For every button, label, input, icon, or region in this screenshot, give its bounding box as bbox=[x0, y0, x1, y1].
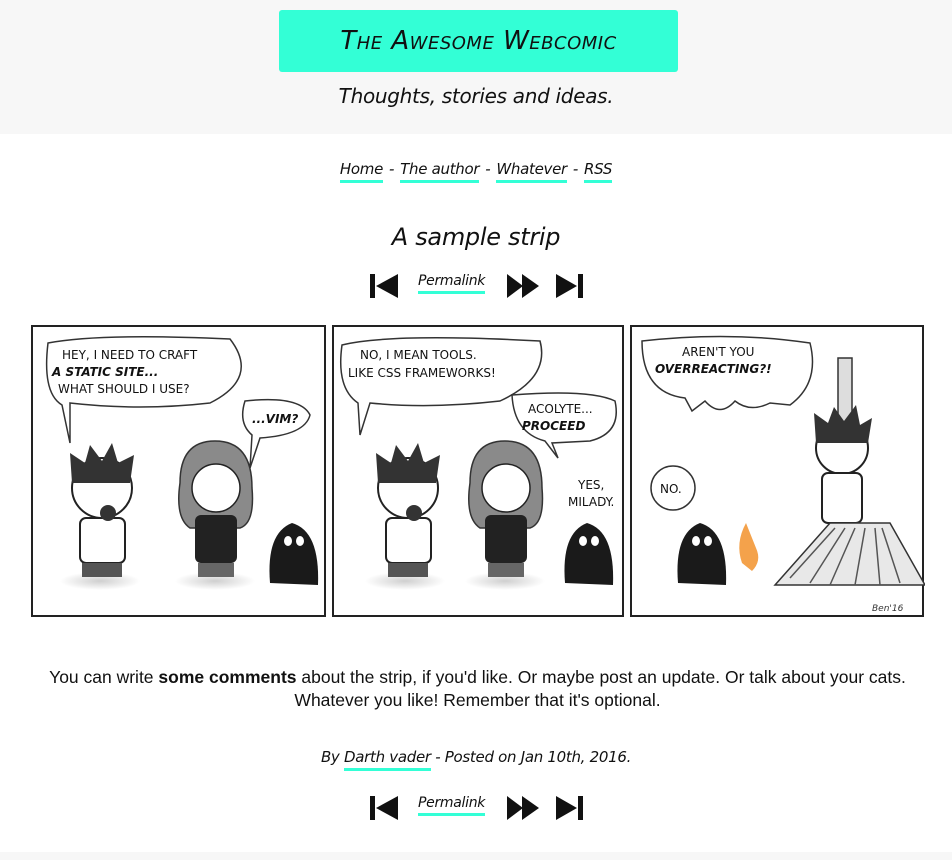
main-nav: Home - The author - Whatever - RSS bbox=[0, 160, 952, 183]
nav-separator: - bbox=[572, 160, 579, 178]
comic-panel-3: AREN'T YOU OVERREACTING?! NO. Ben'16 bbox=[630, 325, 925, 617]
site-tagline: Thoughts, stories and ideas. bbox=[338, 84, 614, 108]
site-header: The Awesome Webcomic Thoughts, stories a… bbox=[0, 0, 952, 134]
comment-text-before: You can write bbox=[49, 667, 159, 687]
panel3-signature: Ben'16 bbox=[872, 604, 904, 614]
panel2-bubble1-line1: NO, I MEAN TOOLS. bbox=[360, 348, 477, 362]
strip-pager-top: Permalink bbox=[0, 270, 952, 300]
comment-text-bold: some comments bbox=[158, 667, 297, 687]
author-link[interactable]: Darth vader bbox=[343, 748, 431, 771]
next-page-icon[interactable] bbox=[506, 273, 540, 303]
nav-separator: - bbox=[485, 160, 491, 178]
next-page-icon[interactable] bbox=[506, 795, 540, 825]
byline-posted-date: - Posted on Jan 10th, 2016. bbox=[435, 748, 632, 766]
nav-rss-link[interactable]: RSS bbox=[584, 160, 612, 183]
panel1-bubble1-line1: HEY, I NEED TO CRAFT bbox=[62, 348, 198, 362]
post-byline: By Darth vader - Posted on Jan 10th, 201… bbox=[0, 748, 952, 771]
panel3-bubble1-line2: OVERREACTING?! bbox=[655, 362, 772, 376]
last-page-icon[interactable] bbox=[555, 795, 585, 825]
byline-prefix: By bbox=[320, 748, 340, 766]
first-page-icon[interactable] bbox=[369, 273, 399, 303]
panel1-bubble2: ...VIM? bbox=[252, 412, 298, 426]
nav-separator: - bbox=[389, 160, 395, 178]
comic-panel-1: HEY, I NEED TO CRAFT A STATIC SITE... WH… bbox=[31, 325, 326, 617]
last-page-icon[interactable] bbox=[555, 273, 585, 303]
strip-title: A sample strip bbox=[391, 223, 561, 251]
panel3-bubble1-line1: AREN'T YOU bbox=[682, 345, 754, 359]
nav-author-link[interactable]: The author bbox=[400, 160, 480, 183]
comic-strip-image: HEY, I NEED TO CRAFT A STATIC SITE... WH… bbox=[31, 325, 925, 617]
permalink-link[interactable]: Permalink bbox=[418, 273, 485, 294]
panel2-bubble1-line2: LIKE CSS FRAMEWORKS! bbox=[348, 366, 496, 380]
nav-home-link[interactable]: Home bbox=[339, 160, 383, 183]
nav-whatever-link[interactable]: Whatever bbox=[496, 160, 567, 183]
panel3-bubble2: NO. bbox=[660, 482, 682, 496]
first-page-icon[interactable] bbox=[369, 795, 399, 825]
footer-bar bbox=[0, 852, 952, 860]
panel2-bubble3-line1: YES, bbox=[577, 478, 604, 492]
site-title-link[interactable]: The Awesome Webcomic bbox=[279, 10, 678, 72]
strip-comment: You can write some comments about the st… bbox=[30, 666, 925, 712]
site-title: The Awesome Webcomic bbox=[340, 26, 617, 56]
panel1-bubble1-line2: A STATIC SITE... bbox=[51, 365, 158, 379]
panel2-bubble3-line2: MILADY. bbox=[568, 495, 614, 509]
comic-panel-2: NO, I MEAN TOOLS. LIKE CSS FRAMEWORKS! A… bbox=[332, 325, 624, 617]
permalink-link[interactable]: Permalink bbox=[418, 795, 485, 816]
panel1-bubble1-line3: WHAT SHOULD I USE? bbox=[58, 382, 190, 396]
panel2-bubble2-line2: PROCEED bbox=[522, 419, 585, 433]
panel2-bubble2-line1: ACOLYTE... bbox=[528, 402, 593, 416]
comment-text-after: about the strip, if you'd like. Or maybe… bbox=[294, 667, 906, 710]
strip-pager-bottom: Permalink bbox=[0, 792, 952, 822]
